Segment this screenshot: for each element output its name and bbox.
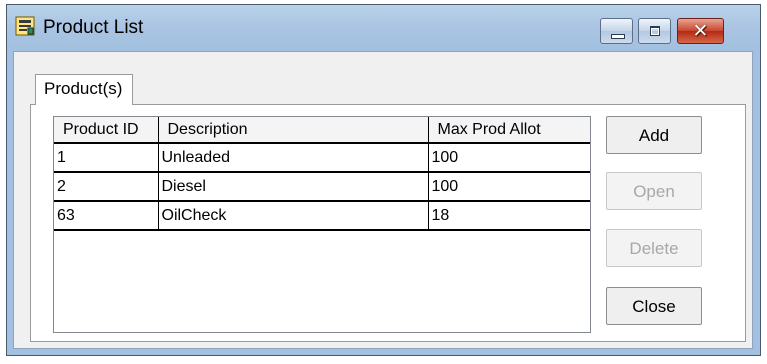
client-area: Product(s) Product ID Description Max Pr… [13,51,753,349]
cell-product-id: 2 [54,171,159,202]
window-title: Product List [43,17,144,38]
table-row[interactable]: 63 OilCheck 18 [54,200,590,231]
cell-max-prod-allot: 100 [427,171,590,202]
minimize-button[interactable] [600,18,633,44]
cell-product-id: 63 [54,200,159,231]
product-table[interactable]: Product ID Description Max Prod Allot 1 … [53,116,591,333]
cell-description: Unleaded [157,142,429,173]
close-window-button[interactable]: ✕ [677,18,724,44]
column-header-max-prod-allot[interactable]: Max Prod Allot [427,117,590,144]
cell-product-id: 1 [54,142,159,173]
column-header-description[interactable]: Description [157,117,429,144]
column-header-product-id[interactable]: Product ID [54,117,159,144]
add-button[interactable]: Add [606,116,702,154]
cell-max-prod-allot: 18 [427,200,590,231]
tab-products[interactable]: Product(s) [35,74,133,105]
table-header-row: Product ID Description Max Prod Allot [54,117,590,144]
table-row[interactable]: 1 Unleaded 100 [54,142,590,173]
cell-description: OilCheck [157,200,429,231]
maximize-button[interactable] [638,18,671,44]
close-button[interactable]: Close [606,287,702,325]
document-icon [15,16,35,36]
close-icon: ✕ [692,20,709,42]
open-button[interactable]: Open [606,172,702,210]
delete-button[interactable]: Delete [606,229,702,267]
cell-max-prod-allot: 100 [427,142,590,173]
title-bar[interactable]: Product List ✕ [7,5,760,51]
product-list-window: Product List ✕ Product(s) Product ID Des… [6,4,761,356]
tab-panel: Product ID Description Max Prod Allot 1 … [30,104,746,342]
cell-description: Diesel [157,171,429,202]
table-row[interactable]: 2 Diesel 100 [54,171,590,202]
